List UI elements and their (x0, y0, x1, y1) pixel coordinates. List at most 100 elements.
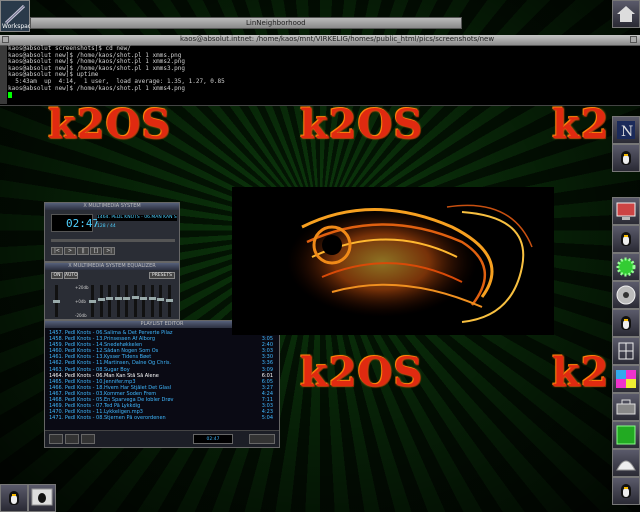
eq-band-slider[interactable] (165, 285, 173, 317)
dock-icon-netscape[interactable]: N (612, 116, 640, 144)
xmms-titlebar[interactable]: X MULTIMEDIA SYSTEM (45, 203, 179, 210)
eq-band-slider[interactable] (123, 285, 130, 317)
playlist-remove-button[interactable] (65, 434, 79, 444)
eq-band-slider[interactable] (97, 285, 105, 317)
eq-band-slider[interactable] (114, 285, 122, 317)
eq-db-top: +20db (75, 285, 89, 290)
penguin-monitor-icon (31, 488, 53, 506)
dock-icon-home[interactable] (612, 0, 640, 28)
playlist-row-title: 1469. Pedl Knots - 07.Ted På Lykkdig (49, 403, 141, 410)
playlist-footer: 02:47 (45, 430, 279, 447)
workspace-dock-icon[interactable]: Workspace (0, 0, 35, 32)
eq-band-slider[interactable] (140, 285, 147, 317)
xmms-time: 02:47 (66, 217, 100, 230)
playlist-row-title: 1457. Pedl Knots - 06.Salima & Det Perve… (49, 330, 173, 336)
xmms-kbps: 128 (97, 224, 106, 229)
green-app-icon (616, 425, 636, 445)
eq-auto-button[interactable]: AUTO (64, 272, 78, 279)
eq-db-bottom: -20db (75, 313, 87, 318)
wallpaper-text: k2 (552, 101, 610, 148)
playlist-row-title: 1470. Pedl Knots - 11.Lykkeligen.mp3 (49, 409, 143, 416)
playlist-row-title: 1467. Pedl Knots - 03.Kommer Soden Frem (49, 390, 157, 397)
dock-icon-tool[interactable] (612, 393, 640, 421)
playlist-select-button[interactable] (81, 434, 95, 444)
tux-icon (619, 314, 633, 332)
dock-icon-tux-bottom[interactable] (0, 484, 28, 512)
netscape-icon: N (617, 121, 635, 140)
dock-icon-tux[interactable] (612, 309, 640, 337)
pause-button[interactable]: || (77, 247, 89, 255)
starburst-icon (616, 257, 636, 277)
dock-icon-tux[interactable] (612, 477, 640, 505)
playlist-row-title: 1464. Pedl Knots - 06.Man Kan Stå Så Ale… (49, 372, 159, 379)
prev-button[interactable]: |< (51, 247, 63, 255)
xmms-khz: 44 (109, 224, 116, 229)
dock-icon-disc[interactable] (612, 281, 640, 309)
xmms-seek-bar[interactable] (51, 239, 175, 242)
toolbox-icon (616, 399, 636, 415)
minimize-button[interactable] (2, 36, 9, 43)
dock-icon-penguin-monitor[interactable] (28, 484, 56, 512)
tux-icon (619, 149, 633, 167)
eq-preamp-slider[interactable] (53, 285, 60, 317)
eq-on-button[interactable]: ON (51, 272, 63, 279)
play-button[interactable]: > (64, 247, 76, 255)
dock-icon-windows[interactable] (612, 337, 640, 365)
terminal-title: kaos@absolut.intnet: /home/kaos/mnt/VIRK… (180, 35, 495, 43)
playlist-row-title: 1458. Pedl Knots - 13.Prinsessen Af Ålbo… (49, 336, 156, 343)
eq-band-slider[interactable] (131, 285, 139, 317)
window-grid-icon (618, 342, 634, 360)
xmms-main-window[interactable]: X MULTIMEDIA SYSTEM 02:47 1464. PEDL KNO… (44, 202, 180, 262)
playlist-row-title: 1462. Pedl Knots - 11.Martinsen, Dalne O… (49, 360, 172, 367)
terminal-scrollbar[interactable] (0, 46, 7, 104)
xmms-time-display[interactable]: 02:47 (51, 214, 99, 232)
xmms-bitrate: 128 / 44 (97, 224, 116, 229)
wallpaper-text: k2OS (300, 101, 424, 148)
eq-band-slider[interactable] (89, 285, 96, 317)
playlist-row-title: 1460. Pedl Knots - 12.Sådan Nogen Som Os (49, 348, 159, 355)
terminal-line: kaos@absolut new]$ /home/kaos/shot.pl 1 … (8, 84, 186, 92)
xmms-equalizer-window[interactable]: X MULTIMEDIA SYSTEM EQUALIZER ON AUTO PR… (44, 262, 180, 320)
svg-text:N: N (621, 124, 633, 140)
xmms-playlist-window[interactable]: PLAYLIST EDITOR 1457. Pedl Knots - 06.Sa… (44, 320, 280, 448)
equalizer-titlebar[interactable]: X MULTIMEDIA SYSTEM EQUALIZER (45, 263, 179, 270)
linneighborhood-titlebar[interactable]: LinNeighborhood (30, 17, 462, 29)
terminal-output[interactable]: kaos@absolut screenshots]$ cd new/ kaos@… (8, 45, 225, 99)
eq-presets-button[interactable]: PRESETS (149, 272, 175, 279)
dock-icon-tux[interactable] (612, 225, 640, 253)
eq-band-slider[interactable] (148, 285, 156, 317)
stop-button[interactable]: [] (90, 247, 102, 255)
terminal-window[interactable]: kaos@absolut.intnet: /home/kaos/mnt/VIRK… (0, 35, 640, 106)
playlist-add-button[interactable] (49, 434, 63, 444)
disc-icon (616, 285, 636, 305)
dock-icon-starburst[interactable] (612, 253, 640, 281)
playlist-row-title: 1461. Pedl Knots - 13.Kysser Tidens Bøet (49, 354, 152, 361)
eq-band-slider[interactable] (106, 285, 113, 317)
dock-icon-tux[interactable] (612, 144, 640, 172)
playlist-row-title: 1468. Pedl Knots - 05.En Sparvega De Iob… (49, 397, 174, 404)
playlist-row-title: 1466. Pedl Knots - 18.Hvem Har Stjålet D… (49, 384, 172, 391)
fire-visualization (287, 204, 533, 323)
playlist-list-button[interactable] (249, 434, 275, 444)
monitor-icon (616, 202, 636, 220)
wallpaper-text: k2OS (48, 101, 172, 148)
terminal-cursor (8, 92, 12, 99)
dock-icon-igloo[interactable] (612, 449, 640, 477)
next-button[interactable]: >| (103, 247, 115, 255)
window-title: LinNeighborhood (246, 19, 306, 27)
igloo-icon (616, 460, 636, 471)
dock-icon-green-app[interactable] (612, 421, 640, 449)
playlist-row-title: 1465. Pedl Knots - 10.Jennifer.mp3 (49, 378, 136, 385)
eq-band-slider[interactable] (157, 285, 164, 317)
dock-icon-monitor[interactable] (612, 197, 640, 225)
wallpaper-text: k2OS (300, 349, 424, 396)
house-icon (617, 6, 635, 22)
dock-icon-gqview[interactable] (612, 365, 640, 393)
playlist-rows[interactable]: 1457. Pedl Knots - 06.Salima & Det Perve… (49, 330, 273, 421)
xmms-song-title: 1464. PEDL KNOTS - 06.MAN KAN STÅ SÅ ALE… (97, 215, 177, 221)
playlist-time-display: 02:47 (193, 434, 233, 444)
close-button[interactable] (630, 36, 637, 43)
tux-icon (619, 482, 633, 500)
playlist-row[interactable]: 1471. Pedl Knots - 08.Stjernen På overor… (49, 415, 273, 421)
visualization-window[interactable] (232, 187, 554, 335)
